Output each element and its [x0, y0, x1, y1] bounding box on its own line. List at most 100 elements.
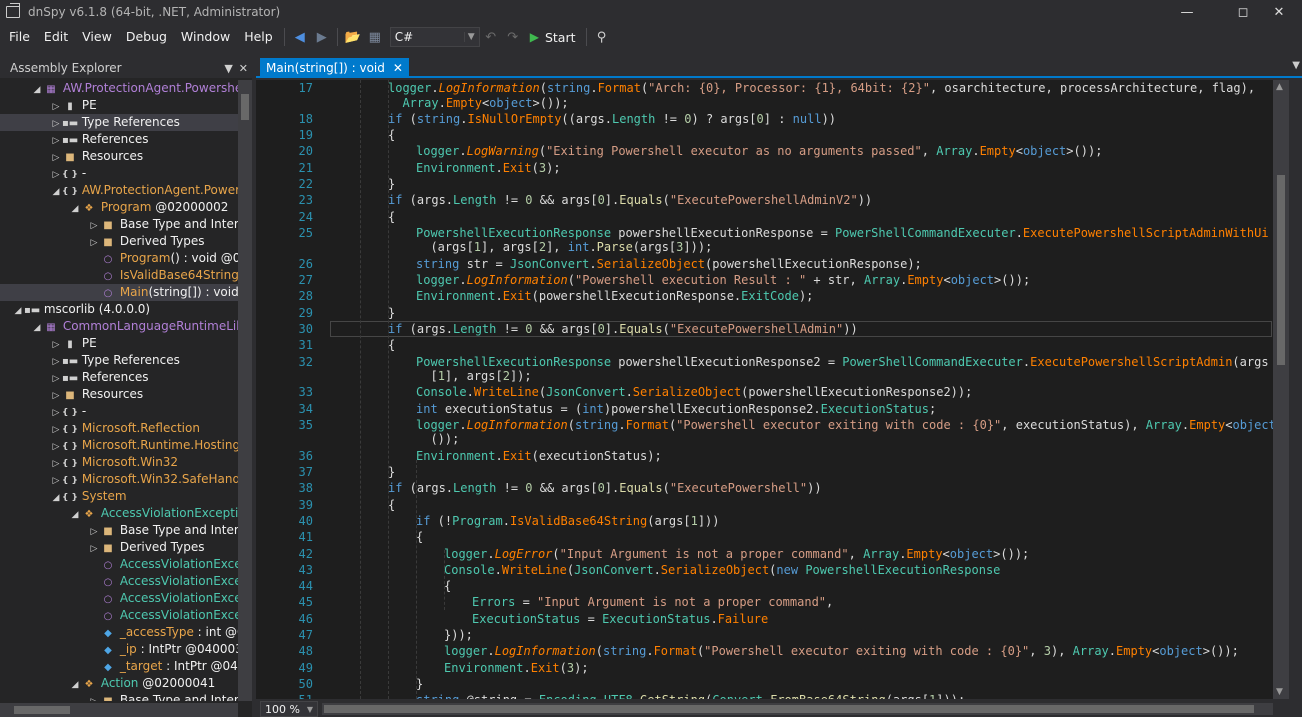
- tree-node[interactable]: ▷ ■ Resources: [0, 148, 238, 165]
- close-icon[interactable]: ✕: [239, 62, 248, 75]
- code-line[interactable]: 46 ExecutionStatus = ExecutionStatus.Fail…: [256, 612, 1273, 626]
- scrollbar-thumb[interactable]: [1277, 175, 1285, 365]
- chevron-down-icon[interactable]: ▼: [224, 62, 232, 75]
- code-line[interactable]: 27 logger.LogInformation("Powershell exec…: [256, 273, 1273, 287]
- collapsed-arrow-icon[interactable]: ▷: [88, 694, 100, 701]
- tree-node[interactable]: ◢ ▦ AW.ProtectionAgent.PowershellE: [0, 80, 238, 97]
- tree-node[interactable]: ◢ ❖ Action @02000041: [0, 675, 238, 692]
- chevron-down-icon[interactable]: ▼: [1292, 60, 1300, 71]
- tree-node[interactable]: ▷ ▮ PE: [0, 335, 238, 352]
- scroll-down-icon[interactable]: ▼: [1276, 687, 1283, 697]
- scrollbar-thumb[interactable]: [324, 705, 1254, 713]
- code-line[interactable]: 35 logger.LogInformation(string.Format("P…: [256, 418, 1273, 432]
- code-line[interactable]: 30 if (args.Length != 0 && args[0].Equals…: [256, 322, 1273, 336]
- tree-node[interactable]: ▷{ } -: [0, 403, 238, 420]
- tree-node[interactable]: ◢ ▦ CommonLanguageRuntimeLibra: [0, 318, 238, 335]
- minimize-button[interactable]: —: [1164, 0, 1210, 24]
- redo-icon[interactable]: ↷: [502, 26, 524, 48]
- navigate-back-icon[interactable]: ◀: [289, 26, 311, 48]
- code-line[interactable]: 34 int executionStatus = (int)powershellE…: [256, 402, 1273, 416]
- menu-edit[interactable]: Edit: [37, 24, 75, 50]
- tree-node[interactable]: ○ AccessViolationExcept: [0, 556, 238, 573]
- tree-node[interactable]: ◆ _accessType : int @040: [0, 624, 238, 641]
- code-line[interactable]: 39 {: [256, 498, 1273, 512]
- code-line[interactable]: 18 if (string.IsNullOrEmpty((args.Length …: [256, 112, 1273, 126]
- tree-node[interactable]: ▷ ▪▬ Type References: [0, 114, 238, 131]
- close-icon[interactable]: ✕: [393, 61, 403, 75]
- tree-node[interactable]: ○ Main(string[]) : void @: [0, 284, 238, 301]
- code-line[interactable]: 20 logger.LogWarning("Exiting Powershell …: [256, 144, 1273, 158]
- code-line[interactable]: 23 if (args.Length != 0 && args[0].Equals…: [256, 193, 1273, 207]
- editor-horizontal-scrollbar[interactable]: [322, 703, 1273, 715]
- code-line[interactable]: 36 Environment.Exit(executionStatus);: [256, 449, 1273, 463]
- tree-node[interactable]: ◆ _ip : IntPtr @04000377: [0, 641, 238, 658]
- tree-node[interactable]: ▷ ■ Derived Types: [0, 233, 238, 250]
- close-button[interactable]: ✕: [1256, 0, 1302, 24]
- code-line[interactable]: 33 Console.WriteLine(JsonConvert.Serializ…: [256, 385, 1273, 399]
- tree-node[interactable]: ◢ ❖ Program @02000002: [0, 199, 238, 216]
- code-line[interactable]: 32 PowershellExecutionResponse powershell…: [256, 355, 1273, 369]
- assembly-tree[interactable]: ◢ ▦ AW.ProtectionAgent.PowershellE ▷ ▮ PE ▷ ▪…: [0, 80, 238, 701]
- tree-node[interactable]: ○ Program() : void @060: [0, 250, 238, 267]
- tab-main-method[interactable]: Main(string[]) : void ✕: [260, 58, 409, 78]
- code-line[interactable]: Array.Empty<object>());: [256, 96, 1273, 110]
- code-line[interactable]: 24 {: [256, 210, 1273, 224]
- tree-node[interactable]: ◢❖ AccessViolationException: [0, 505, 238, 522]
- code-line[interactable]: 38 if (args.Length != 0 && args[0].Equals…: [256, 481, 1273, 495]
- open-folder-icon[interactable]: 📂: [342, 26, 364, 48]
- navigate-forward-icon[interactable]: ▶: [311, 26, 333, 48]
- search-icon[interactable]: ⚲: [591, 26, 613, 48]
- code-line[interactable]: 37}: [256, 465, 1273, 479]
- menu-help[interactable]: Help: [237, 24, 280, 50]
- tree-node[interactable]: ◢ ▪▬ mscorlib (4.0.0.0): [0, 301, 238, 318]
- code-line[interactable]: 28 Environment.Exit(powershellExecutionRe…: [256, 289, 1273, 303]
- code-line[interactable]: (args[1], args[2], int.Parse(args[3]));: [256, 240, 1273, 254]
- code-line[interactable]: 31 {: [256, 338, 1273, 352]
- code-line[interactable]: ());: [256, 432, 1273, 446]
- tree-node[interactable]: ▷ ■ Resources: [0, 386, 238, 403]
- tree-node[interactable]: ▷■ Base Type and Interfac: [0, 522, 238, 539]
- tree-node[interactable]: ○ AccessViolationExcept: [0, 607, 238, 624]
- menu-view[interactable]: View: [75, 24, 119, 50]
- language-select[interactable]: C# ▼: [389, 27, 480, 47]
- menu-file[interactable]: File: [2, 24, 37, 50]
- code-line[interactable]: 42 logger.LogError("Input Argument is not…: [256, 547, 1273, 561]
- scrollbar-thumb[interactable]: [14, 706, 70, 714]
- code-line[interactable]: 17 logger.LogInformation(string.Format("A…: [256, 81, 1273, 95]
- tree-node[interactable]: ▷{ } -: [0, 165, 238, 182]
- tree-node[interactable]: ▷{ } Microsoft.Reflection: [0, 420, 238, 437]
- code-line[interactable]: 48 logger.LogInformation(string.Format("P…: [256, 644, 1273, 658]
- start-button[interactable]: ▶ Start: [530, 30, 576, 45]
- scrollbar-thumb[interactable]: [241, 94, 249, 120]
- tree-node[interactable]: ▷ ■ Derived Types: [0, 539, 238, 556]
- code-line[interactable]: 44 {: [256, 579, 1273, 593]
- tree-node[interactable]: ◢{ } AW.ProtectionAgent.Powersh: [0, 182, 238, 199]
- code-line[interactable]: 19 {: [256, 128, 1273, 142]
- code-line[interactable]: 25 PowershellExecutionResponse powershell…: [256, 226, 1273, 240]
- code-line[interactable]: 40 if (!Program.IsValidBase64String(args[…: [256, 514, 1273, 528]
- editor-vertical-scrollbar[interactable]: ▲ ▼: [1273, 80, 1289, 699]
- code-line[interactable]: 51 string @string = Encoding.UTF8.GetStri…: [256, 693, 1273, 699]
- tree-node[interactable]: ▷{ } Microsoft.Win32.SafeHandles: [0, 471, 238, 488]
- tree-node[interactable]: ◆ _target : IntPtr @04000: [0, 658, 238, 675]
- undo-icon[interactable]: ↶: [480, 26, 502, 48]
- tree-node[interactable]: ○ AccessViolationExcept: [0, 573, 238, 590]
- tree-node[interactable]: ○ IsValidBase64String(str: [0, 267, 238, 284]
- tree-node[interactable]: ▷{ } Microsoft.Runtime.Hosting: [0, 437, 238, 454]
- tree-node[interactable]: ◢{ } System: [0, 488, 238, 505]
- code-line[interactable]: 41 {: [256, 530, 1273, 544]
- explorer-vertical-scrollbar[interactable]: [238, 80, 252, 701]
- code-line[interactable]: 49 Environment.Exit(3);: [256, 661, 1273, 675]
- tree-node[interactable]: ▷■ Base Type and Interfac: [0, 692, 238, 701]
- code-line[interactable]: 50}: [256, 677, 1273, 691]
- code-line[interactable]: 47}));: [256, 628, 1273, 642]
- tree-node[interactable]: ○ AccessViolationExcept: [0, 590, 238, 607]
- code-line[interactable]: 29}: [256, 306, 1273, 320]
- code-line[interactable]: 22}: [256, 177, 1273, 191]
- tree-node[interactable]: ▷■ Base Type and Interfac: [0, 216, 238, 233]
- menu-debug[interactable]: Debug: [119, 24, 174, 50]
- code-line[interactable]: 45 Errors = "Input Argument is not a prop…: [256, 595, 1273, 609]
- code-line[interactable]: [1], args[2]);: [256, 369, 1273, 383]
- code-line[interactable]: 21 Environment.Exit(3);: [256, 161, 1273, 175]
- menu-window[interactable]: Window: [174, 24, 237, 50]
